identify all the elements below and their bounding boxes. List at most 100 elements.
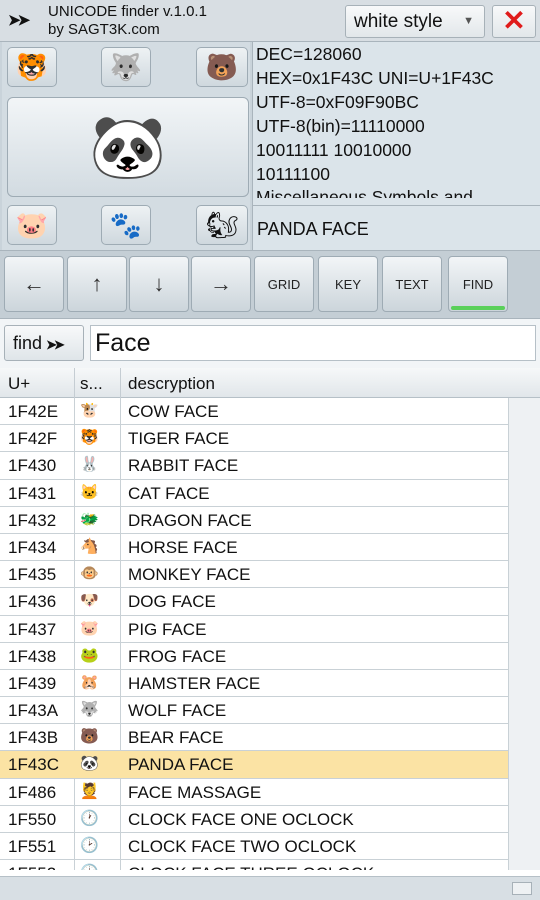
find-button-label: find <box>13 333 43 353</box>
right-arrow-button[interactable]: → <box>191 256 251 312</box>
up-arrow-icon: ↑ <box>91 271 103 296</box>
row-description: HORSE FACE <box>128 537 238 557</box>
vertical-scrollbar[interactable] <box>508 398 540 870</box>
row-symbol: 🐲 <box>80 510 99 528</box>
row-code: 1F431 <box>8 483 57 503</box>
horizontal-scrollbar[interactable] <box>0 876 540 900</box>
find-tab-label: FIND <box>462 276 494 292</box>
row-code: 1F439 <box>8 673 57 693</box>
grid-tab[interactable]: GRID <box>254 256 314 312</box>
row-code: 1F42F <box>8 429 58 449</box>
row-description: HAMSTER FACE <box>128 673 261 693</box>
table-row[interactable]: 1F430 🐰 RABBIT FACE <box>0 452 508 480</box>
info-dec: DEC=128060 <box>256 44 362 64</box>
row-code: 1F550 <box>8 809 57 829</box>
table-row[interactable]: 1F434 🐴 HORSE FACE <box>0 534 508 562</box>
table-row[interactable]: 1F435 🐵 MONKEY FACE <box>0 561 508 589</box>
row-description: CLOCK FACE ONE OCLOCK <box>128 809 354 829</box>
table-row[interactable]: 1F486 💆 FACE MASSAGE <box>0 779 508 806</box>
row-symbol: 🐼 <box>80 755 99 773</box>
left-arrow-button[interactable]: ← <box>4 256 64 312</box>
row-code: 1F552 <box>8 864 56 870</box>
table-row[interactable]: 1F43C 🐼 PANDA FACE <box>0 751 508 779</box>
text-tab[interactable]: TEXT <box>382 256 442 312</box>
row-symbol: 🐱 <box>80 483 99 501</box>
table-row[interactable]: 1F43B 🐻 BEAR FACE <box>0 724 508 752</box>
down-arrow-icon: ↓ <box>153 271 165 296</box>
style-dropdown[interactable]: white style ▼ <box>345 5 485 38</box>
row-symbol: 🕑 <box>80 837 99 854</box>
info-utf8-bin-1: UTF-8(bin)=11110000 <box>256 116 425 136</box>
table-row[interactable]: 1F552 🕒 CLOCK FACE THREE OCLOCK <box>0 860 508 870</box>
row-code: 1F43C <box>8 755 60 775</box>
down-arrow-button[interactable]: ↓ <box>129 256 189 312</box>
table-row[interactable]: 1F439 🐹 HAMSTER FACE <box>0 670 508 698</box>
find-button[interactable]: find ➤➤ <box>4 325 84 361</box>
row-code: 1F438 <box>8 646 57 666</box>
info-text-area[interactable]: DEC=128060 HEX=0x1F43C UNI=U+1F43C UTF-8… <box>253 42 540 198</box>
table-row[interactable]: 1F43A 🐺 WOLF FACE <box>0 697 508 725</box>
tiger-emoji-button[interactable]: 🐯 <box>7 47 57 87</box>
table-body[interactable]: 1F42E 🐮 COW FACE 1F42F 🐯 TIGER FACE 1F430 🐰 RABB… <box>0 398 508 870</box>
row-symbol: 🕒 <box>80 863 99 870</box>
row-description: DOG FACE <box>128 592 216 612</box>
double-arrow-icon: ➤➤ <box>46 337 65 352</box>
active-tab-indicator <box>451 306 505 310</box>
dropdown-caret-icon: ▼ <box>463 15 474 27</box>
chipmunk-emoji-button[interactable]: 🐿 <box>196 205 248 245</box>
row-description: RABBIT FACE <box>128 456 239 476</box>
row-description: WOLF FACE <box>128 701 227 721</box>
row-code: 1F430 <box>8 456 57 476</box>
column-header-symbol[interactable]: s... <box>80 374 120 394</box>
row-code: 1F486 <box>8 782 57 802</box>
row-code: 1F436 <box>8 592 57 612</box>
table-row[interactable]: 1F436 🐶 DOG FACE <box>0 588 508 616</box>
row-code: 1F434 <box>8 537 57 557</box>
table-row[interactable]: 1F42E 🐮 COW FACE <box>0 398 508 426</box>
table-header: U+ s... descryption <box>0 368 540 398</box>
close-button[interactable]: ✕ <box>492 5 536 38</box>
row-code: 1F551 <box>8 837 57 856</box>
row-description: FACE MASSAGE <box>128 782 262 802</box>
table-row[interactable]: 1F432 🐲 DRAGON FACE <box>0 507 508 534</box>
row-code: 1F435 <box>8 565 57 585</box>
row-description: BEAR FACE <box>128 728 224 748</box>
emoji-panel: 🐯 🐺 🐻 🐼 🐷 🐾 🐿 <box>2 42 250 250</box>
key-tab-label: KEY <box>334 276 361 292</box>
column-divider[interactable] <box>120 368 121 398</box>
column-divider[interactable] <box>74 368 75 398</box>
left-arrow-icon: ← <box>23 271 45 296</box>
find-bar: find ➤➤ <box>0 318 540 368</box>
grid-tab-label: GRID <box>267 276 301 292</box>
table-row[interactable]: 1F550 🕐 CLOCK FACE ONE OCLOCK <box>0 806 508 833</box>
row-symbol: 🐻 <box>80 728 99 746</box>
info-panel: DEC=128060 HEX=0x1F43C UNI=U+1F43C UTF-8… <box>252 42 540 250</box>
row-symbol: 🕐 <box>80 809 99 827</box>
column-header-description[interactable]: descryption <box>128 374 428 394</box>
column-header-code[interactable]: U+ <box>8 374 68 394</box>
find-tab[interactable]: FIND <box>448 256 508 312</box>
table-row[interactable]: 1F431 🐱 CAT FACE <box>0 480 508 507</box>
wolf-emoji-button[interactable]: 🐺 <box>101 47 151 87</box>
table-row[interactable]: 1F42F 🐯 TIGER FACE <box>0 425 508 453</box>
style-dropdown-value: white style <box>354 11 443 32</box>
pig-emoji-button[interactable]: 🐷 <box>7 205 57 245</box>
search-input[interactable] <box>90 325 536 361</box>
row-symbol: 💆 <box>80 782 99 800</box>
results-table: U+ s... descryption 1F42E 🐮 COW FACE 1F42F 🐯… <box>0 368 540 900</box>
scroll-handle[interactable] <box>512 882 532 895</box>
current-symbol-display[interactable]: 🐼 <box>7 97 249 197</box>
info-utf8-bin-3: 10111100 <box>256 164 330 184</box>
right-arrow-icon: → <box>210 271 232 296</box>
table-row[interactable]: 1F438 🐸 FROG FACE <box>0 643 508 670</box>
bear-emoji-button[interactable]: 🐻 <box>196 47 248 87</box>
key-tab[interactable]: KEY <box>318 256 378 312</box>
table-row[interactable]: 1F551 🕑 CLOCK FACE TWO OCLOCK <box>0 833 508 861</box>
up-arrow-button[interactable]: ↑ <box>67 256 127 312</box>
row-description: CLOCK FACE THREE OCLOCK <box>128 864 374 870</box>
paw-emoji-button[interactable]: 🐾 <box>101 205 151 245</box>
row-description: TIGER FACE <box>128 429 230 449</box>
table-row[interactable]: 1F437 🐷 PIG FACE <box>0 616 508 643</box>
app-title-line2: by SAGT3K.com <box>48 21 160 38</box>
menu-arrows-icon[interactable]: ➤➤ <box>8 11 36 31</box>
